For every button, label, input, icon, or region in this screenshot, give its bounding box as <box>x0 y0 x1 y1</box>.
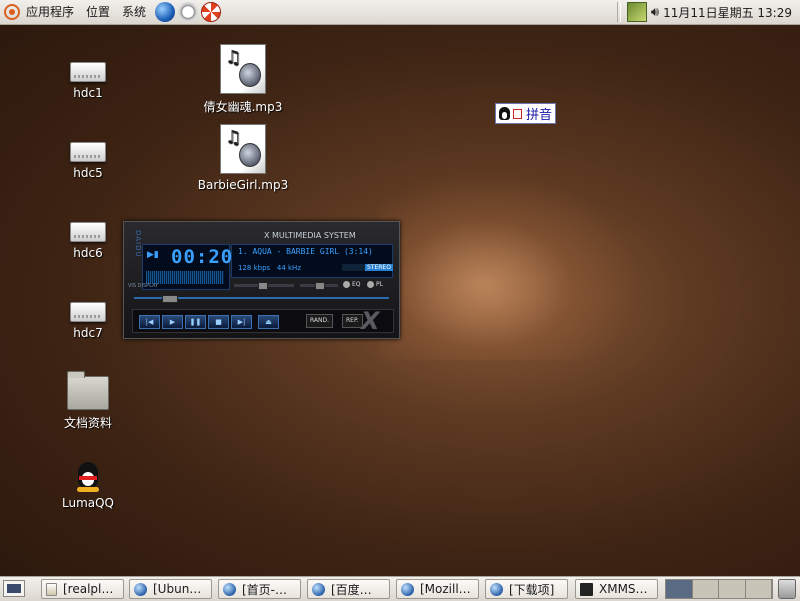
previous-button[interactable]: |◀ <box>139 315 160 329</box>
help-launcher-icon[interactable] <box>201 2 222 22</box>
xmms-icon <box>580 582 593 596</box>
play-button[interactable]: ▶ <box>162 315 183 329</box>
browser-icon <box>490 582 503 596</box>
desktop-icon-barbiegirl-mp3[interactable]: BarbieGirl.mp3 <box>193 124 293 192</box>
desktop-icon-label: 文档资料 <box>63 416 112 430</box>
taskbar-item[interactable]: [首页-… <box>218 579 301 599</box>
volume-icon[interactable]: 🔊︎ <box>651 5 659 20</box>
workspace-4[interactable] <box>745 580 772 598</box>
xmms-logo: X <box>361 307 380 335</box>
desktop-icon-label: BarbieGirl.mp3 <box>197 178 289 192</box>
folder-icon <box>67 371 109 410</box>
stop-button[interactable]: ■ <box>208 315 229 329</box>
desktop-icon-documents[interactable]: 文档资料 <box>38 371 138 431</box>
panel-clock[interactable]: 11月11日星期五 13:29 <box>663 4 792 21</box>
mono-indicator: MONO <box>342 264 366 271</box>
desktop-icon-label: LumaQQ <box>61 496 114 510</box>
bottom-panel: [realpl… [Ubun… [首页-… [百度… [Mozill… [下载项… <box>0 576 800 601</box>
shuffle-button[interactable]: RAND. <box>306 314 334 328</box>
ime-label: 拼音 <box>526 108 553 123</box>
volume-slider-knob[interactable] <box>258 282 268 290</box>
taskbar-item[interactable]: XMMS… <box>575 579 658 599</box>
eq-toggle[interactable]: EQ <box>343 281 361 288</box>
seek-bar-knob[interactable] <box>162 295 178 303</box>
desktop-icon-qiannv-mp3[interactable]: 倩女幽魂.mp3 <box>193 44 293 115</box>
network-icon[interactable] <box>626 2 647 22</box>
workspace-3[interactable] <box>719 580 746 598</box>
desktop-icon-label: 倩女幽魂.mp3 <box>203 100 283 114</box>
eject-button[interactable]: ⏏ <box>258 315 279 329</box>
drive-icon <box>70 302 106 322</box>
taskbar-item[interactable]: [Ubun… <box>129 579 212 599</box>
playlist-toggle[interactable]: PL <box>367 281 383 288</box>
audio-file-icon <box>220 44 266 94</box>
desktop-icon-hdc1[interactable]: hdc1 <box>38 62 138 100</box>
browser-icon <box>312 582 325 596</box>
clock-launcher-icon[interactable] <box>178 2 199 22</box>
balance-slider-knob[interactable] <box>315 282 325 290</box>
taskbar-item[interactable]: [下载项] <box>485 579 568 599</box>
taskbar-item[interactable]: [百度… <box>307 579 390 599</box>
trash-icon[interactable] <box>778 579 796 599</box>
pause-button[interactable]: ❚❚ <box>185 315 206 329</box>
tux-icon <box>499 107 510 120</box>
menu-applications[interactable]: 应用程序 <box>20 0 80 24</box>
menu-system[interactable]: 系统 <box>116 0 152 24</box>
workspace-2[interactable] <box>692 580 719 598</box>
desktop-icon-hdc5[interactable]: hdc5 <box>38 142 138 180</box>
next-button[interactable]: ▶| <box>231 315 252 329</box>
stereo-indicator: STEREO <box>365 264 393 271</box>
balance-slider[interactable] <box>300 282 338 290</box>
seek-bar[interactable] <box>134 295 389 303</box>
menu-places[interactable]: 位置 <box>80 0 116 24</box>
desktop-icon-label: hdc1 <box>73 86 103 100</box>
audio-file-icon <box>220 124 266 174</box>
drive-icon <box>70 62 106 82</box>
ubuntu-logo-icon[interactable] <box>4 4 20 20</box>
lock-icon <box>513 108 522 119</box>
browser-icon <box>134 582 147 596</box>
penguin-icon <box>75 462 101 492</box>
volume-slider[interactable] <box>234 282 294 290</box>
drive-icon <box>70 142 106 162</box>
workspace-1[interactable] <box>666 580 693 598</box>
drive-icon <box>70 222 106 242</box>
visualizer-label: VIS DISPLAY <box>128 283 159 289</box>
desktop-icon-lumaqq[interactable]: LumaQQ <box>38 462 138 510</box>
xmms-info-display: 1. AQUA - BARBIE GIRL (3:14) 128 kbps 44… <box>231 244 393 278</box>
browser-launcher-icon[interactable] <box>155 2 176 22</box>
show-desktop-button[interactable] <box>3 580 25 597</box>
song-title: 1. AQUA - BARBIE GIRL (3:14) <box>238 247 373 256</box>
document-icon <box>46 582 57 596</box>
browser-icon <box>401 582 414 596</box>
browser-icon <box>223 582 236 596</box>
xmms-time[interactable]: 00:20 <box>171 246 233 268</box>
bitrate-display: 128 kbps 44 kHz <box>238 264 301 272</box>
xmms-controls: |◀ ▶ ❚❚ ■ ▶| ⏏ RAND. REP. <box>132 309 394 333</box>
desktop-icon-label: hdc5 <box>73 166 103 180</box>
system-tray: 🔊︎ 11月11日星期五 13:29 <box>611 0 800 24</box>
xmms-side-label: DAIDU <box>134 230 142 258</box>
top-panel: 应用程序 位置 系统 🔊︎ 11月11日星期五 13:29 <box>0 0 800 25</box>
tray-separator <box>616 2 621 22</box>
repeat-button[interactable]: REP. <box>342 314 363 328</box>
ime-indicator[interactable]: 拼音 <box>495 103 557 124</box>
workspace-switcher <box>665 579 773 599</box>
xmms-title: X MULTIMEDIA SYSTEM <box>264 231 356 240</box>
desktop-glow <box>380 170 640 360</box>
taskbar-item[interactable]: [Mozill… <box>396 579 479 599</box>
xmms-window[interactable]: DAIDU X MULTIMEDIA SYSTEM ▶▮ 00:20 VIS D… <box>123 221 400 339</box>
play-indicator-icon: ▶▮ <box>147 250 159 260</box>
taskbar-item[interactable]: [realpl… <box>41 579 124 599</box>
